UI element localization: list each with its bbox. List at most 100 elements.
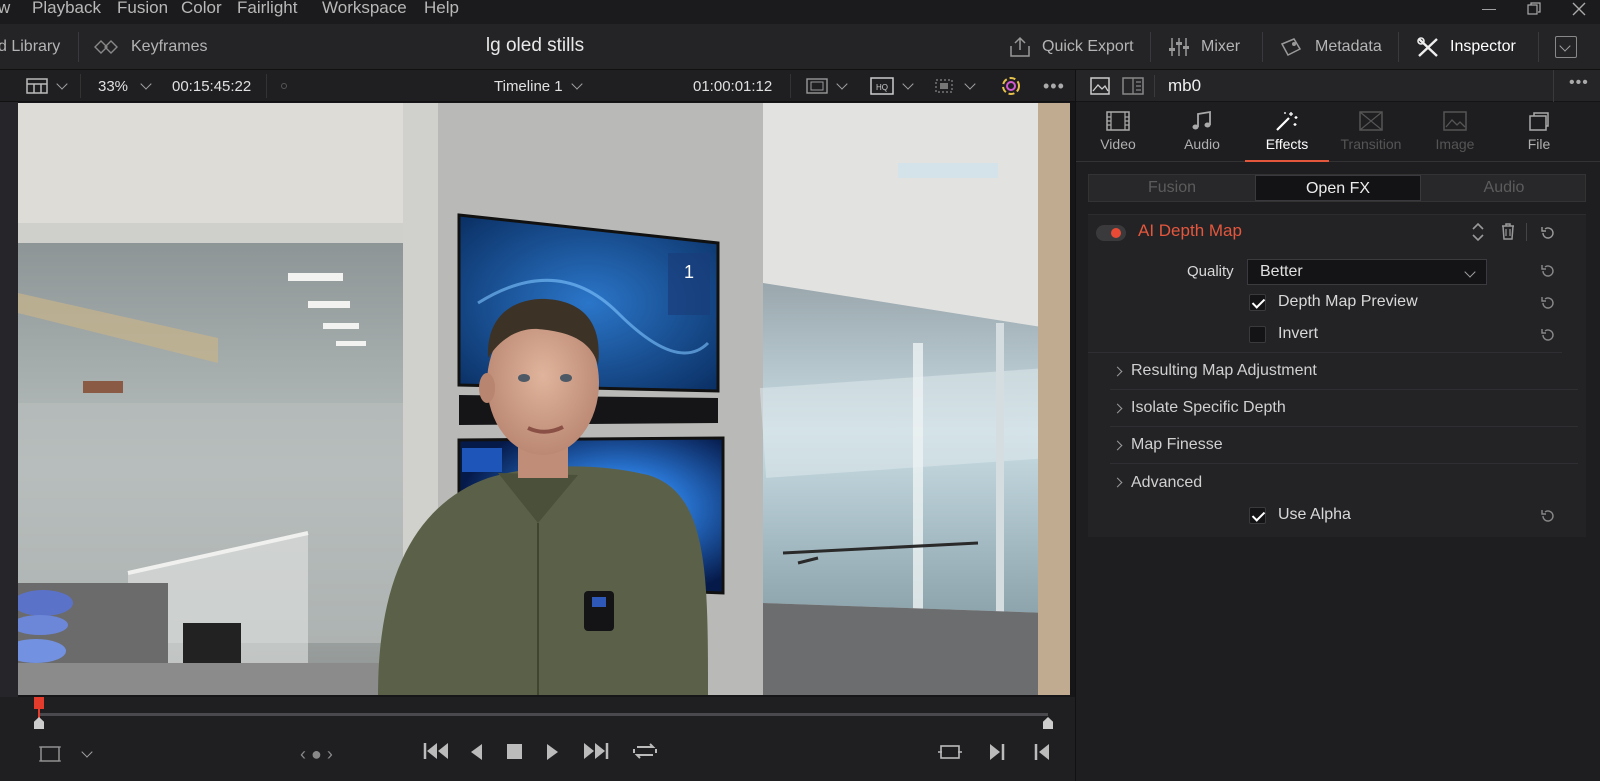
file-stack-icon bbox=[1529, 112, 1549, 131]
quick-export-button[interactable]: Quick Export bbox=[1008, 24, 1134, 70]
go-to-start-button[interactable] bbox=[422, 741, 450, 766]
section-label: Resulting Map Adjustment bbox=[1131, 362, 1317, 379]
quality-dropdown[interactable]: Better bbox=[1247, 259, 1487, 285]
quality-value: Better bbox=[1260, 263, 1303, 280]
play-reverse-icon bbox=[471, 744, 482, 760]
safe-area-dropdown[interactable] bbox=[806, 70, 848, 102]
inspector-button[interactable]: Inspector bbox=[1416, 24, 1516, 70]
transform-overlay-dropdown[interactable] bbox=[932, 70, 976, 102]
match-frame-button[interactable] bbox=[937, 742, 963, 767]
clip-view-dropdown[interactable] bbox=[38, 744, 62, 769]
tab-audio[interactable]: Audio bbox=[1160, 102, 1244, 162]
divider bbox=[1154, 75, 1155, 97]
effect-title[interactable]: AI Depth Map bbox=[1138, 221, 1242, 241]
mixer-button[interactable]: Mixer bbox=[1167, 24, 1240, 70]
subtab-fusion[interactable]: Fusion bbox=[1089, 175, 1255, 201]
media-library-button[interactable]: d Library bbox=[0, 24, 60, 70]
section-resulting-map-adjustment[interactable]: Resulting Map Adjustment bbox=[1110, 353, 1578, 390]
video-frame-image: 1 bbox=[18, 103, 1070, 695]
chevron-right-icon bbox=[1112, 440, 1123, 450]
chevron-right-icon bbox=[1112, 403, 1123, 413]
menu-item-playback[interactable]: Playback bbox=[32, 0, 101, 16]
stop-button[interactable] bbox=[507, 744, 522, 759]
expand-panel-button[interactable] bbox=[1555, 36, 1577, 58]
next-edit-icon bbox=[990, 744, 1005, 760]
frame-icon bbox=[39, 746, 61, 762]
menu-item-fairlight[interactable]: Fairlight bbox=[237, 0, 297, 16]
zoom-dropdown[interactable]: 33% bbox=[98, 70, 152, 102]
inspector-header: mb0 ••• bbox=[1076, 70, 1600, 102]
menu-item-help[interactable]: Help bbox=[424, 0, 459, 16]
inspector-empty-area bbox=[1076, 537, 1600, 781]
mixer-icon bbox=[1169, 38, 1189, 56]
menu-item-workspace[interactable]: Workspace bbox=[322, 0, 407, 16]
music-note-icon bbox=[1192, 110, 1211, 130]
subtab-open-fx[interactable]: Open FX bbox=[1255, 175, 1421, 201]
restore-icon[interactable] bbox=[1527, 2, 1541, 19]
video-frame[interactable]: 1 bbox=[18, 103, 1070, 695]
divider bbox=[266, 74, 267, 98]
tab-transition[interactable]: Transition bbox=[1329, 102, 1413, 162]
tab-video[interactable]: Video bbox=[1076, 102, 1160, 162]
viewer-header: 33% 00:15:45:22 Timeline 1 01:00:01:12 H… bbox=[0, 70, 1075, 102]
tab-file[interactable]: File bbox=[1497, 102, 1581, 162]
menu-item-fusion[interactable]: Fusion bbox=[117, 0, 168, 16]
jog-control[interactable]: ‹ ● › bbox=[300, 744, 333, 765]
scrub-bar[interactable] bbox=[38, 713, 1048, 716]
previous-edit-icon bbox=[1034, 744, 1049, 760]
go-to-end-button[interactable] bbox=[582, 741, 610, 766]
play-button[interactable] bbox=[546, 743, 560, 766]
close-icon[interactable] bbox=[1572, 2, 1586, 19]
step-back-button[interactable] bbox=[469, 743, 483, 766]
menu-item-color[interactable]: Color bbox=[181, 0, 222, 16]
image-icon bbox=[1443, 111, 1467, 131]
chevron-down-icon bbox=[902, 78, 914, 90]
previous-edit-button[interactable] bbox=[1033, 743, 1051, 766]
reorder-arrows-icon[interactable] bbox=[1471, 221, 1485, 248]
chevron-down-icon bbox=[140, 78, 152, 90]
trash-icon[interactable] bbox=[1500, 222, 1516, 245]
color-effects-button[interactable] bbox=[1000, 70, 1022, 102]
section-advanced[interactable]: Advanced bbox=[1110, 464, 1578, 501]
depth-map-preview-checkbox[interactable] bbox=[1249, 294, 1266, 311]
more-options-icon[interactable]: ••• bbox=[1569, 74, 1589, 92]
use-alpha-checkbox[interactable] bbox=[1249, 507, 1266, 524]
skip-forward-icon bbox=[584, 743, 609, 759]
depth-map-preview-reset-icon[interactable] bbox=[1540, 295, 1556, 311]
viewer-layout-dropdown[interactable] bbox=[26, 70, 68, 102]
split-view-icon[interactable] bbox=[1122, 77, 1144, 100]
hq-playback-dropdown[interactable]: HQ bbox=[870, 70, 914, 102]
metadata-icon bbox=[1280, 38, 1302, 56]
more-options-icon[interactable]: ••• bbox=[1043, 70, 1065, 102]
use-alpha-reset-icon[interactable] bbox=[1540, 508, 1556, 524]
media-library-label: d Library bbox=[0, 38, 61, 55]
divider bbox=[1553, 70, 1554, 102]
effect-reset-icon[interactable] bbox=[1540, 225, 1556, 241]
image-view-icon[interactable] bbox=[1090, 77, 1110, 100]
safe-area-icon bbox=[806, 78, 828, 94]
section-map-finesse[interactable]: Map Finesse bbox=[1110, 427, 1578, 464]
svg-text:HQ: HQ bbox=[876, 83, 888, 92]
tab-image[interactable]: Image bbox=[1413, 102, 1497, 162]
invert-reset-icon[interactable] bbox=[1540, 327, 1556, 343]
play-icon bbox=[547, 744, 558, 760]
subtab-audio[interactable]: Audio bbox=[1421, 175, 1587, 201]
divider bbox=[1526, 223, 1527, 241]
menu-item-view[interactable]: w bbox=[0, 0, 10, 16]
timeline-dropdown[interactable]: Timeline 1 bbox=[494, 70, 583, 102]
source-timecode[interactable]: 00:15:45:22 bbox=[172, 70, 251, 102]
tab-effects[interactable]: Effects bbox=[1245, 102, 1329, 162]
next-edit-button[interactable] bbox=[988, 743, 1006, 766]
film-icon bbox=[1106, 111, 1130, 131]
effect-enable-toggle[interactable] bbox=[1096, 225, 1126, 241]
keyframes-button[interactable]: Keyframes bbox=[93, 24, 207, 70]
quality-reset-icon[interactable] bbox=[1540, 263, 1556, 279]
section-isolate-specific-depth[interactable]: Isolate Specific Depth bbox=[1110, 390, 1578, 427]
loop-button[interactable] bbox=[631, 741, 659, 766]
metadata-button[interactable]: Metadata bbox=[1279, 24, 1382, 70]
minimize-icon[interactable]: — bbox=[1482, 0, 1496, 16]
top-toolbar: d Library Keyframes lg oled stills Quick… bbox=[0, 24, 1600, 70]
record-timecode[interactable]: 01:00:01:12 bbox=[693, 70, 772, 102]
export-icon bbox=[1010, 36, 1030, 57]
invert-checkbox[interactable] bbox=[1249, 326, 1266, 343]
